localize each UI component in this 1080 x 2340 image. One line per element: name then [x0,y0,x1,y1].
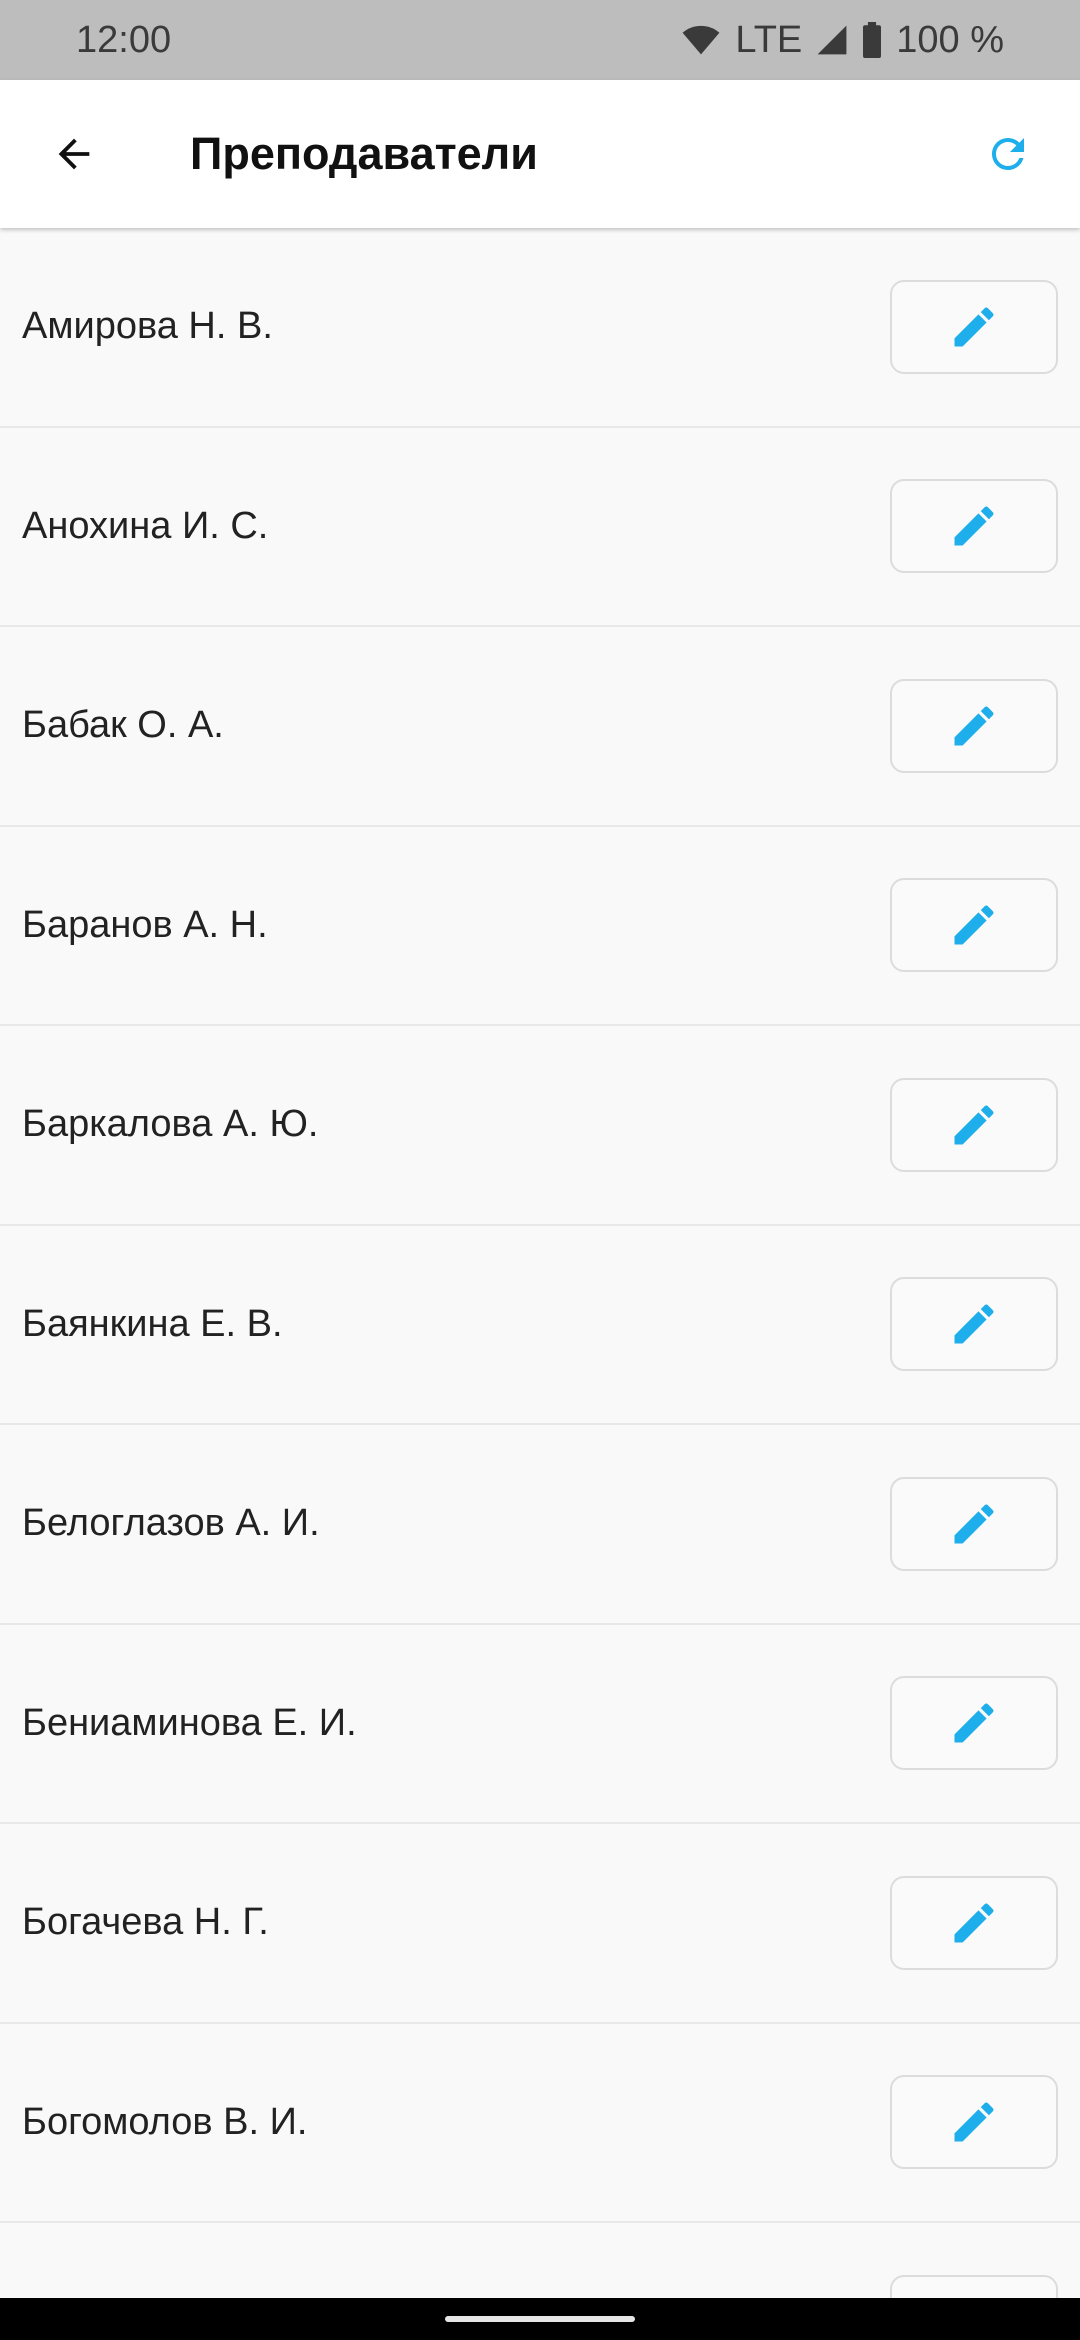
teacher-list[interactable]: Амирова Н. В. Анохина И. С. Бабак О. А. … [0,228,1080,2298]
signal-icon [817,25,847,55]
pencil-icon [954,1504,994,1544]
list-item-partial[interactable] [0,2223,1080,2298]
battery-level: 100 % [896,18,1004,61]
battery-icon [863,22,882,58]
pencil-icon [954,706,994,746]
pencil-icon [954,2102,994,2142]
teacher-name: Амирова Н. В. [22,305,273,348]
edit-button[interactable] [890,878,1058,973]
teacher-name: Баранов А. Н. [22,903,268,946]
edit-button[interactable] [890,1476,1058,1571]
edit-button[interactable] [890,2075,1058,2170]
pencil-icon [954,905,994,945]
list-item[interactable]: Бабак О. А. [0,627,1080,827]
list-item[interactable]: Белоглазов А. И. [0,1425,1080,1625]
refresh-button[interactable] [948,80,1068,228]
pencil-icon [954,1105,994,1145]
edit-button[interactable] [890,1077,1058,1172]
teacher-name: Бениаминова Е. И. [22,1701,357,1744]
teacher-name: Белоглазов А. И. [22,1502,320,1545]
edit-button[interactable] [890,2274,1058,2298]
pencil-icon [954,1703,994,1743]
app-bar: Преподаватели [0,80,1080,228]
edit-button[interactable] [890,479,1058,574]
teacher-name: Баянкина Е. В. [22,1302,283,1345]
pencil-icon [954,307,994,347]
teacher-name: Богомолов В. И. [22,2100,308,2143]
teacher-name: Баркалова А. Ю. [22,1103,319,1146]
status-bar: 12:00 LTE 100 % [0,0,1080,80]
list-item[interactable]: Баранов А. Н. [0,826,1080,1026]
back-button[interactable] [0,80,148,228]
refresh-icon [992,138,1024,170]
list-item[interactable]: Богомолов В. И. [0,2023,1080,2223]
network-type: LTE [735,18,803,61]
wifi-icon [682,25,720,55]
edit-button[interactable] [890,1277,1058,1372]
list-item[interactable]: Баркалова А. Ю. [0,1026,1080,1226]
edit-button[interactable] [890,1875,1058,1970]
edit-button[interactable] [890,1676,1058,1771]
arrow-left-icon [58,138,90,170]
teacher-name: Анохина И. С. [22,504,269,547]
status-time: 12:00 [76,18,172,61]
home-indicator[interactable] [445,2316,635,2322]
pencil-icon [954,1304,994,1344]
page-title: Преподаватели [190,128,538,179]
teacher-name: Бабак О. А. [22,704,224,747]
pencil-icon [954,506,994,546]
pencil-icon [954,1903,994,1943]
list-item[interactable]: Анохина И. С. [0,427,1080,627]
list-item[interactable]: Баянкина Е. В. [0,1225,1080,1425]
list-item[interactable]: Богачева Н. Г. [0,1824,1080,2024]
teacher-name: Богачева Н. Г. [22,1901,269,1944]
list-item[interactable]: Амирова Н. В. [0,228,1080,428]
edit-button[interactable] [890,678,1058,773]
status-icons: LTE 100 % [681,19,1004,62]
edit-button[interactable] [890,279,1058,374]
navigation-bar [0,2298,1080,2340]
list-item[interactable]: Бениаминова Е. И. [0,1624,1080,1824]
